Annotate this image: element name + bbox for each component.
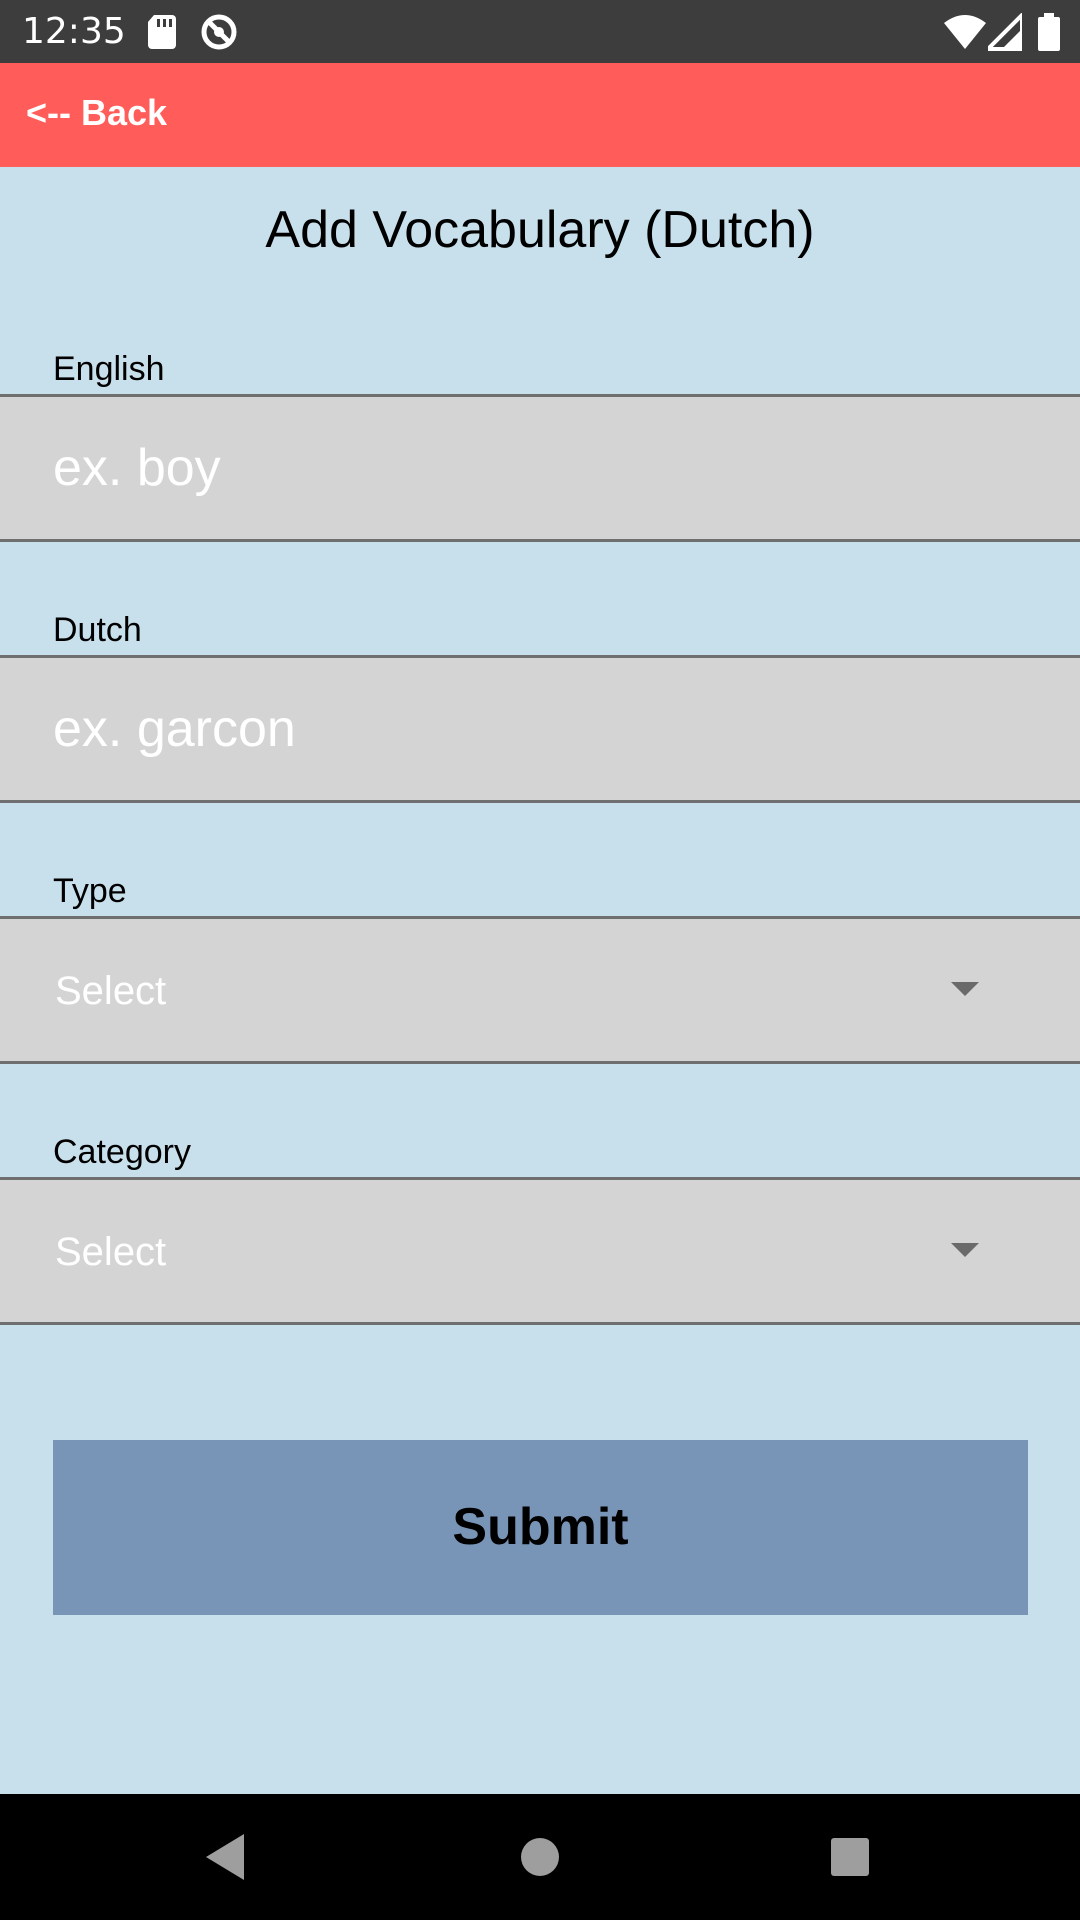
home-circle-icon[interactable] [507, 1824, 573, 1890]
type-label: Type [53, 872, 127, 910]
navigation-bar [0, 1794, 1080, 1920]
wifi-icon [944, 15, 986, 49]
do-not-disturb-icon [201, 14, 237, 50]
page-title: Add Vocabulary (Dutch) [265, 201, 815, 259]
signal-icon [988, 13, 1022, 51]
dutch-input[interactable] [0, 658, 1080, 800]
english-field-container [0, 394, 1080, 542]
chevron-down-icon [951, 982, 979, 996]
chevron-down-icon [951, 1243, 979, 1257]
recents-square-icon[interactable] [817, 1824, 883, 1890]
submit-button[interactable]: Submit [53, 1440, 1028, 1615]
vocabulary-screen: 12:35 <-- Back Add Vocabulary (Dutch) En… [0, 0, 1080, 1920]
status-time: 12:35 [22, 11, 126, 52]
english-label: English [53, 350, 165, 388]
category-label: Category [53, 1133, 191, 1171]
header-bar: <-- Back [0, 63, 1080, 167]
dutch-label: Dutch [53, 611, 142, 649]
category-select[interactable]: Select [0, 1177, 1080, 1325]
category-select-value: Select [55, 1230, 167, 1274]
type-select[interactable]: Select [0, 916, 1080, 1064]
back-button[interactable]: <-- Back [26, 91, 167, 135]
type-select-value: Select [55, 969, 167, 1013]
sd-card-icon [148, 15, 176, 49]
english-input[interactable] [0, 397, 1080, 539]
status-bar: 12:35 [0, 0, 1080, 63]
back-triangle-icon[interactable] [192, 1824, 258, 1890]
battery-icon [1038, 13, 1060, 51]
dutch-field-container [0, 655, 1080, 803]
